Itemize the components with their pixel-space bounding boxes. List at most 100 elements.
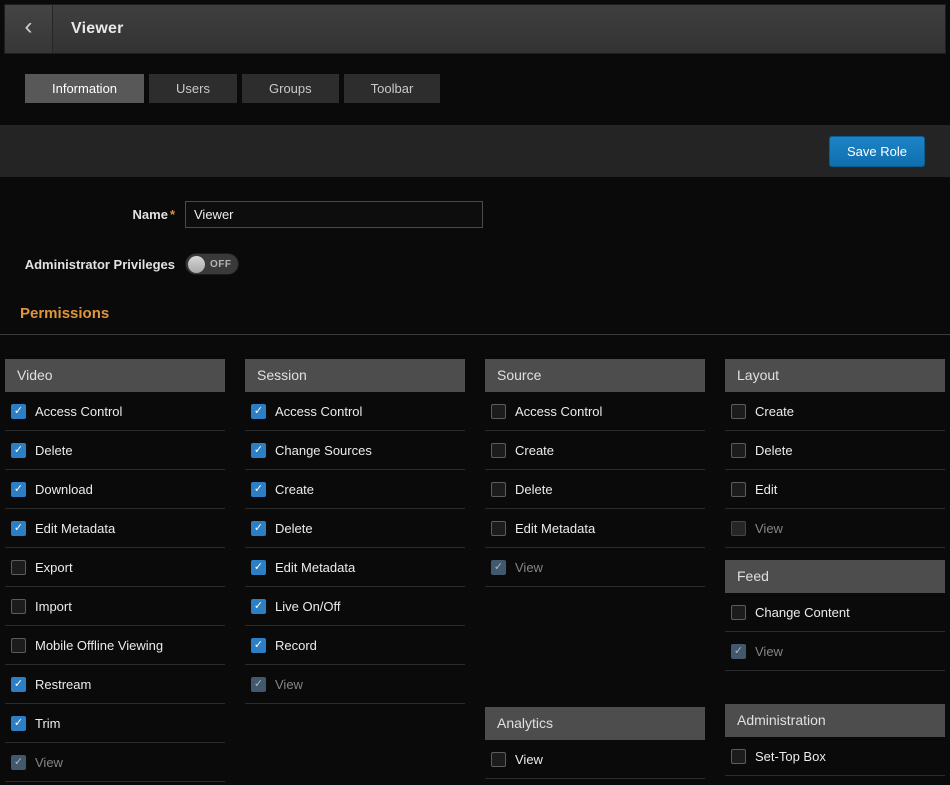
permission-row-video-export: Export xyxy=(5,548,225,587)
tab-toolbar[interactable]: Toolbar xyxy=(344,74,441,103)
permission-label: Create xyxy=(275,482,314,497)
permission-label: Export xyxy=(35,560,73,575)
permission-label: View xyxy=(35,755,63,770)
group-header-feed: Feed xyxy=(725,560,945,593)
back-button[interactable]: ‹ xyxy=(5,5,53,53)
permission-row-video-view: ✓ View xyxy=(5,743,225,782)
permission-label: Record xyxy=(275,638,317,653)
checkbox-video-edit-metadata[interactable]: ✓ xyxy=(11,521,26,536)
checkbox-analytics-view[interactable] xyxy=(491,752,506,767)
permission-label: Access Control xyxy=(515,404,602,419)
checkbox-source-view: ✓ xyxy=(491,560,506,575)
tab-users[interactable]: Users xyxy=(149,74,237,103)
permission-label: Import xyxy=(35,599,72,614)
tab-groups[interactable]: Groups xyxy=(242,74,339,103)
topbar: ‹ Viewer xyxy=(4,4,946,54)
group-header-source: Source xyxy=(485,359,705,392)
permission-row-session-live-on-off: ✓Live On/Off xyxy=(245,587,465,626)
required-marker: * xyxy=(170,207,175,222)
permission-row-source-view: ✓View xyxy=(485,548,705,587)
permission-row-video-mobile-offline-viewing: Mobile Offline Viewing xyxy=(5,626,225,665)
permission-row-layout-delete: Delete xyxy=(725,431,945,470)
permission-label: Edit Metadata xyxy=(35,521,115,536)
permission-row-session-record: ✓ Record xyxy=(245,626,465,665)
action-strip: Save Role xyxy=(0,125,950,177)
checkbox-video-import[interactable] xyxy=(11,599,26,614)
checkbox-source-edit-metadata[interactable] xyxy=(491,521,506,536)
permission-row-session-access-control: ✓ Access Control xyxy=(245,392,465,431)
permission-label: View xyxy=(755,521,783,536)
checkbox-video-mobile-offline-viewing[interactable] xyxy=(11,638,26,653)
permission-label: Delete xyxy=(275,521,313,536)
name-label: Name* xyxy=(10,207,175,222)
checkbox-layout-view xyxy=(731,521,746,536)
permission-row-video-restream: ✓ Restream xyxy=(5,665,225,704)
checkbox-session-record[interactable]: ✓ xyxy=(251,638,266,653)
name-input[interactable] xyxy=(185,201,483,228)
permission-row-video-access-control: ✓Access Control xyxy=(5,392,225,431)
checkbox-video-export[interactable] xyxy=(11,560,26,575)
permission-label: Delete xyxy=(35,443,73,458)
checkbox-video-access-control[interactable]: ✓ xyxy=(11,404,26,419)
permission-row-feed-change-content: Change Content xyxy=(725,593,945,632)
group-header-layout: Layout xyxy=(725,359,945,392)
checkbox-feed-view: ✓ xyxy=(731,644,746,659)
permission-row-video-trim: ✓Trim xyxy=(5,704,225,743)
permission-row-administration-set-top-box: Set-Top Box xyxy=(725,737,945,776)
permission-row-source-create: Create xyxy=(485,431,705,470)
group-header-administration: Administration xyxy=(725,704,945,737)
checkbox-layout-create[interactable] xyxy=(731,404,746,419)
permission-label: Create xyxy=(515,443,554,458)
checkbox-layout-edit[interactable] xyxy=(731,482,746,497)
group-header-video: Video xyxy=(5,359,225,392)
permission-row-session-edit-metadata: ✓ Edit Metadata xyxy=(245,548,465,587)
permission-row-source-delete: Delete xyxy=(485,470,705,509)
checkbox-source-delete[interactable] xyxy=(491,482,506,497)
checkbox-session-edit-metadata[interactable]: ✓ xyxy=(251,560,266,575)
permission-row-video-edit-metadata: ✓ Edit Metadata xyxy=(5,509,225,548)
permission-label: Create xyxy=(755,404,794,419)
checkbox-video-restream[interactable]: ✓ xyxy=(11,677,26,692)
permission-label: Restream xyxy=(35,677,91,692)
checkbox-session-view: ✓ xyxy=(251,677,266,692)
checkbox-session-live-on-off[interactable]: ✓ xyxy=(251,599,266,614)
permission-label: View xyxy=(275,677,303,692)
checkbox-session-create[interactable]: ✓ xyxy=(251,482,266,497)
tab-information[interactable]: Information xyxy=(25,74,144,103)
permission-row-session-delete: ✓ Delete xyxy=(245,509,465,548)
checkbox-video-view: ✓ xyxy=(11,755,26,770)
checkbox-feed-change-content[interactable] xyxy=(731,605,746,620)
save-role-button[interactable]: Save Role xyxy=(829,136,925,167)
group-header-analytics: Analytics xyxy=(485,707,705,740)
permission-row-video-download: ✓ Download xyxy=(5,470,225,509)
permission-row-video-delete: ✓ Delete xyxy=(5,431,225,470)
checkbox-source-create[interactable] xyxy=(491,443,506,458)
permission-row-session-view: ✓ View xyxy=(245,665,465,704)
checkbox-video-trim[interactable]: ✓ xyxy=(11,716,26,731)
toggle-state-label: OFF xyxy=(210,259,232,270)
checkbox-administration-set-top-box[interactable] xyxy=(731,749,746,764)
permission-label: Delete xyxy=(515,482,553,497)
permission-label: Download xyxy=(35,482,93,497)
checkbox-layout-delete[interactable] xyxy=(731,443,746,458)
permission-label: View xyxy=(755,644,783,659)
permission-label: Access Control xyxy=(275,404,362,419)
name-label-text: Name xyxy=(133,207,168,222)
checkbox-session-delete[interactable]: ✓ xyxy=(251,521,266,536)
checkbox-source-access-control[interactable] xyxy=(491,404,506,419)
section-divider xyxy=(0,334,950,335)
toggle-knob-icon xyxy=(188,256,205,273)
checkbox-session-change-sources[interactable]: ✓ xyxy=(251,443,266,458)
permission-label: Edit Metadata xyxy=(275,560,355,575)
permission-row-analytics-view: View xyxy=(485,740,705,779)
checkbox-video-delete[interactable]: ✓ xyxy=(11,443,26,458)
permissions-column: LayoutCreateDeleteEditViewFeedChange Con… xyxy=(725,359,945,782)
checkbox-session-access-control[interactable]: ✓ xyxy=(251,404,266,419)
checkbox-video-download[interactable]: ✓ xyxy=(11,482,26,497)
back-icon: ‹ xyxy=(25,15,33,39)
permissions-grid: Video✓Access Control✓Delete✓Download✓Edi… xyxy=(0,359,950,782)
admin-privileges-toggle[interactable]: OFF xyxy=(185,253,239,275)
permission-row-layout-create: Create xyxy=(725,392,945,431)
permissions-column: Video✓Access Control✓Delete✓Download✓Edi… xyxy=(5,359,225,782)
permission-row-source-access-control: Access Control xyxy=(485,392,705,431)
